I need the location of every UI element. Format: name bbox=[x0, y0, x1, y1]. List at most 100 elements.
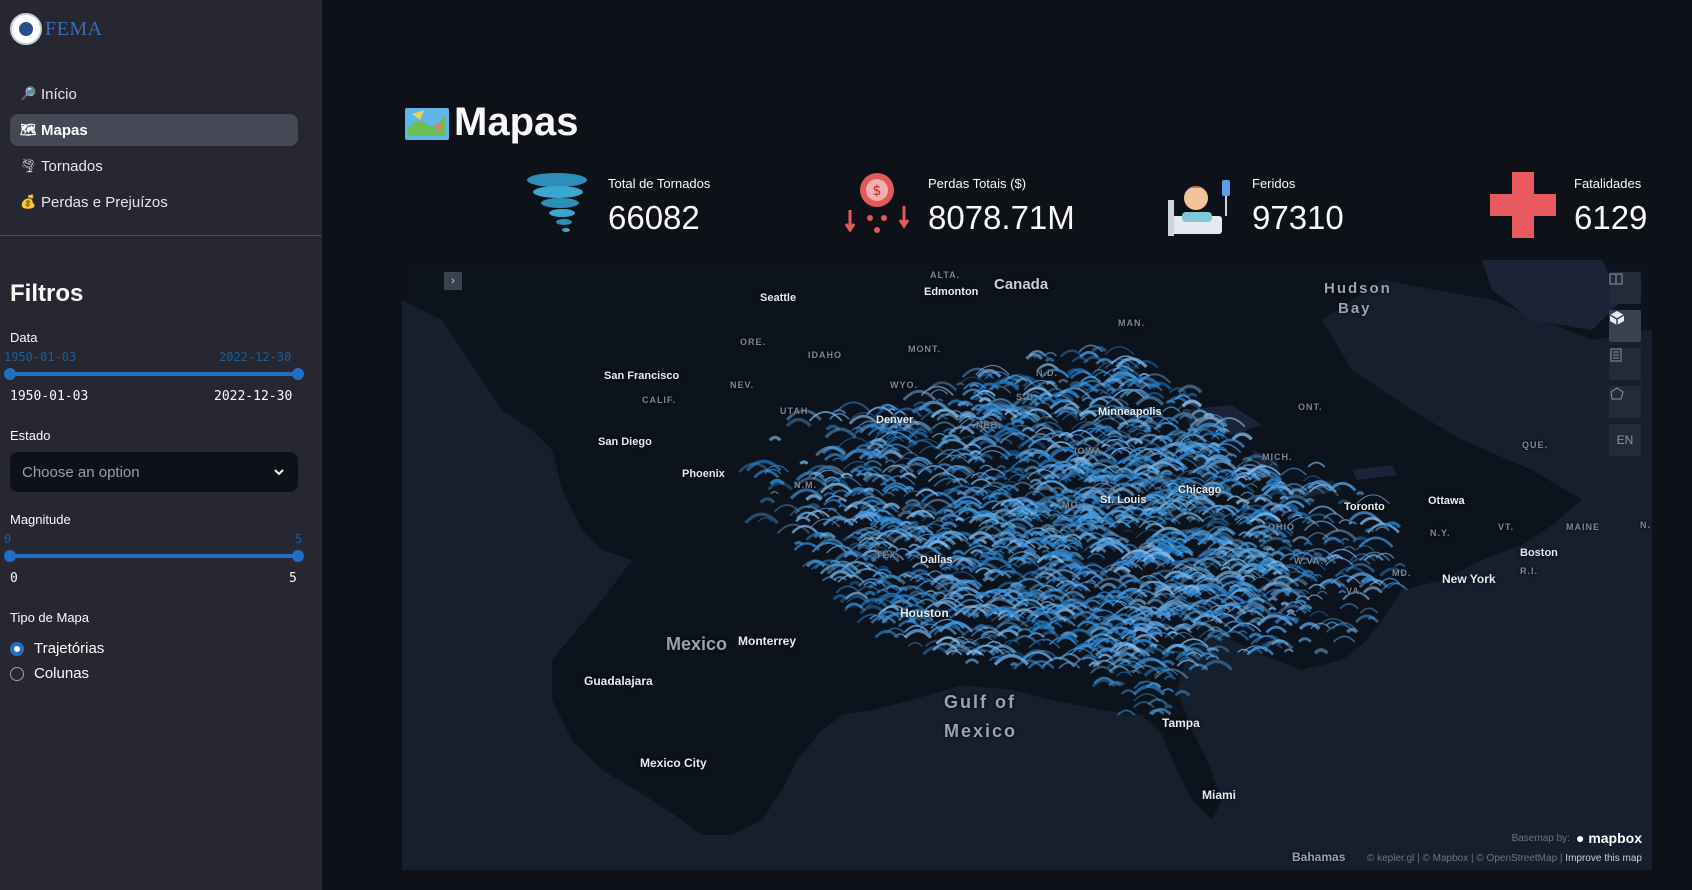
map-label: TEX. bbox=[876, 550, 901, 560]
draw-polygon-icon[interactable] bbox=[1609, 386, 1641, 418]
radio-colunas[interactable]: Colunas bbox=[10, 665, 89, 682]
map-label: ALTA. bbox=[930, 270, 961, 280]
split-map-icon[interactable] bbox=[1609, 272, 1641, 304]
magnitude-max: 5 bbox=[295, 532, 303, 546]
language-button[interactable]: EN bbox=[1609, 424, 1641, 456]
map-label: San Francisco bbox=[604, 370, 680, 382]
metric-value: 8078.71M bbox=[928, 199, 1075, 236]
radio-label: Trajetórias bbox=[34, 640, 105, 657]
map-label: Canada bbox=[994, 276, 1049, 293]
map-icon bbox=[405, 107, 449, 140]
tornado-icon bbox=[527, 173, 587, 232]
nav-item-mapas[interactable]: 🗺 Mapas bbox=[10, 114, 298, 146]
kepler-map[interactable]: › Canada Hudson Bay Seattle Edmonton ALT… bbox=[402, 260, 1652, 870]
map-label: Edmonton bbox=[924, 286, 979, 298]
expand-panel-button[interactable]: › bbox=[444, 272, 462, 290]
map-label: NEV. bbox=[730, 380, 755, 390]
map-label: Minneapolis bbox=[1098, 406, 1162, 418]
basemap-credit: Basemap by: ● mapbox bbox=[1512, 830, 1642, 846]
map-label: San Diego bbox=[598, 436, 652, 448]
tornado-track bbox=[1355, 491, 1365, 496]
metric-label: Fatalidades bbox=[1574, 176, 1642, 191]
map-attribution: © kepler.gl | © Mapbox | © OpenStreetMap… bbox=[1366, 853, 1642, 864]
map-label: QUE. bbox=[1522, 440, 1549, 450]
tornado-track bbox=[1163, 704, 1174, 710]
magnifier-icon: 🔎 bbox=[20, 86, 37, 101]
nav-label: Tornados bbox=[41, 157, 103, 175]
magnitude-min: 0 bbox=[4, 532, 12, 546]
map-label: N.D. bbox=[1036, 368, 1058, 378]
estado-select[interactable]: Choose an option bbox=[10, 452, 298, 492]
map-label: Chicago bbox=[1178, 484, 1222, 496]
tornado-track bbox=[1280, 601, 1290, 606]
date-slider-handle-end[interactable] bbox=[292, 368, 304, 380]
map-label: Hudson bbox=[1324, 280, 1392, 297]
magnitude-slider[interactable] bbox=[10, 554, 298, 558]
date-from: 1950-01-03 bbox=[10, 389, 89, 404]
map-label: NEB. bbox=[976, 420, 1002, 430]
metric-total-tornados: Total de Tornados 66082 bbox=[522, 170, 710, 240]
nav-label: Perdas e Prejuízos bbox=[41, 193, 168, 211]
map-label: Denver bbox=[876, 414, 914, 426]
metric-feridos: Feridos 97310 bbox=[1166, 170, 1344, 240]
map-label: MO. bbox=[1062, 500, 1082, 510]
chevron-down-icon bbox=[274, 469, 284, 476]
legend-icon[interactable] bbox=[1609, 348, 1641, 380]
nav-label: Início bbox=[41, 85, 77, 103]
metric-label: Perdas Totais ($) bbox=[928, 176, 1027, 191]
map-label: Miami bbox=[1202, 788, 1237, 802]
map-label: Mexico bbox=[944, 721, 1018, 741]
map-label: IDAHO bbox=[808, 350, 842, 360]
map-label: Seattle bbox=[760, 292, 797, 304]
map-label: Ottawa bbox=[1428, 495, 1465, 507]
date-min: 1950-01-03 bbox=[4, 350, 77, 364]
map-label: N. bbox=[1640, 520, 1651, 530]
magnitude-slider-handle-start[interactable] bbox=[4, 550, 16, 562]
map-label: Gulf of bbox=[944, 692, 1016, 712]
map-label: W.VA. bbox=[1294, 556, 1324, 566]
nav-item-inicio[interactable]: 🔎 Início bbox=[10, 78, 298, 110]
date-label: Data bbox=[10, 330, 38, 345]
map-label: Houston bbox=[900, 606, 949, 620]
date-slider[interactable] bbox=[10, 372, 298, 376]
map-type-label: Tipo de Mapa bbox=[10, 610, 90, 625]
map-label: Boston bbox=[1520, 547, 1558, 559]
map-label: CALIF. bbox=[642, 395, 676, 405]
svg-text:$: $ bbox=[873, 183, 882, 199]
radio-unselected-icon bbox=[10, 666, 24, 681]
radio-selected-icon bbox=[10, 641, 24, 656]
date-slider-handle-start[interactable] bbox=[4, 368, 16, 380]
magnitude-label: Magnitude bbox=[10, 512, 71, 527]
map-label: R.I. bbox=[1520, 566, 1539, 576]
map-label: N.M. bbox=[794, 480, 817, 490]
estado-placeholder: Choose an option bbox=[22, 463, 140, 481]
map-label: Guadalajara bbox=[584, 674, 653, 688]
map-label: St. Louis bbox=[1100, 494, 1147, 506]
map-label: Dallas bbox=[920, 554, 953, 566]
tornado-track bbox=[1129, 606, 1139, 611]
map-label: Phoenix bbox=[682, 468, 725, 480]
magnitude-slider-handle-end[interactable] bbox=[292, 550, 304, 562]
nav-item-perdas[interactable]: 💰 Perdas e Prejuízos bbox=[10, 186, 298, 218]
nav-item-tornados[interactable]: 🌪 Tornados bbox=[10, 150, 298, 182]
map-label: ORE. bbox=[740, 337, 767, 347]
map-label: S.D. bbox=[1016, 392, 1038, 402]
map-label: N.Y. bbox=[1430, 528, 1451, 538]
radio-trajetorias[interactable]: Trajetórias bbox=[10, 640, 104, 657]
map-label: MAINE bbox=[1566, 522, 1600, 532]
money-loss-icon: $ bbox=[844, 173, 910, 233]
improve-map-link[interactable]: Improve this map bbox=[1565, 853, 1642, 864]
map-label: WYO. bbox=[890, 380, 918, 390]
radio-label: Colunas bbox=[34, 665, 90, 682]
metric-value: 97310 bbox=[1252, 199, 1344, 236]
map-label: Mexico City bbox=[640, 756, 707, 770]
metric-label: Total de Tornados bbox=[608, 176, 711, 191]
metric-perdas-totais: $ Perdas Totais ($) 8078.71M bbox=[842, 170, 1075, 240]
3d-cube-icon[interactable] bbox=[1609, 310, 1641, 342]
magnitude-to: 5 bbox=[289, 571, 297, 586]
logo-text: FEMA bbox=[45, 17, 103, 40]
map-canvas[interactable] bbox=[402, 260, 1652, 870]
fema-logo[interactable]: FEMA bbox=[10, 12, 103, 46]
metric-value: 66082 bbox=[608, 199, 700, 236]
map-label: Bay bbox=[1338, 300, 1372, 317]
